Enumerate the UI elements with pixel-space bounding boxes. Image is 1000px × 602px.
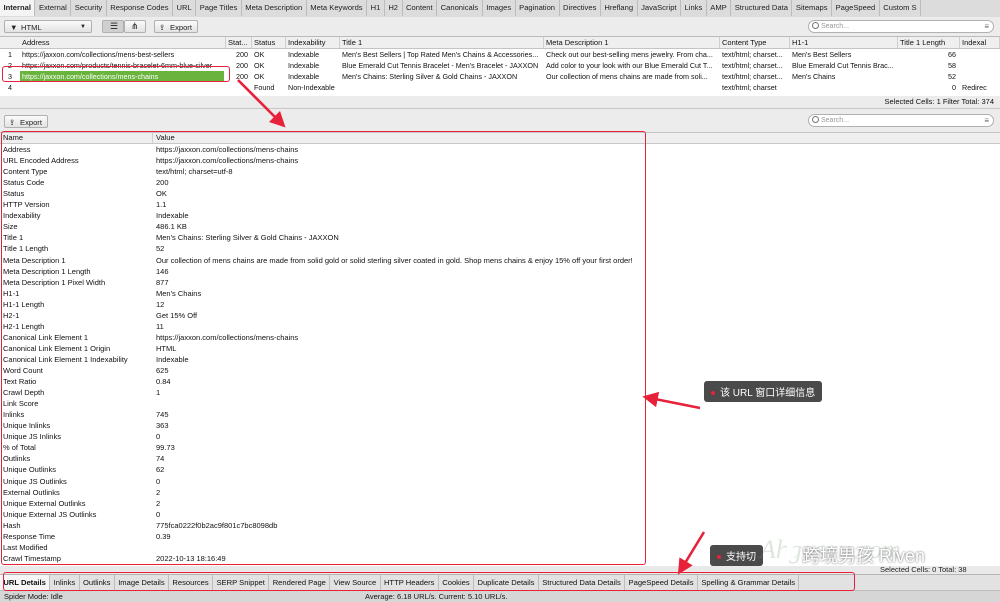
dot-icon [717,555,721,560]
wechat-watermark: 跨境男孩 Riven [802,546,926,566]
arrow-from-callout [642,391,701,410]
details-callout: 该 URL 窗口详细信息 [704,381,823,402]
arrow-to-bottom-tabs [677,531,706,575]
annotation-arrows [237,79,706,575]
dot-icon [711,391,715,396]
tabs-callout: 支持切 [710,545,763,566]
arrow-to-details [237,79,286,128]
wechat-icon [781,547,797,559]
